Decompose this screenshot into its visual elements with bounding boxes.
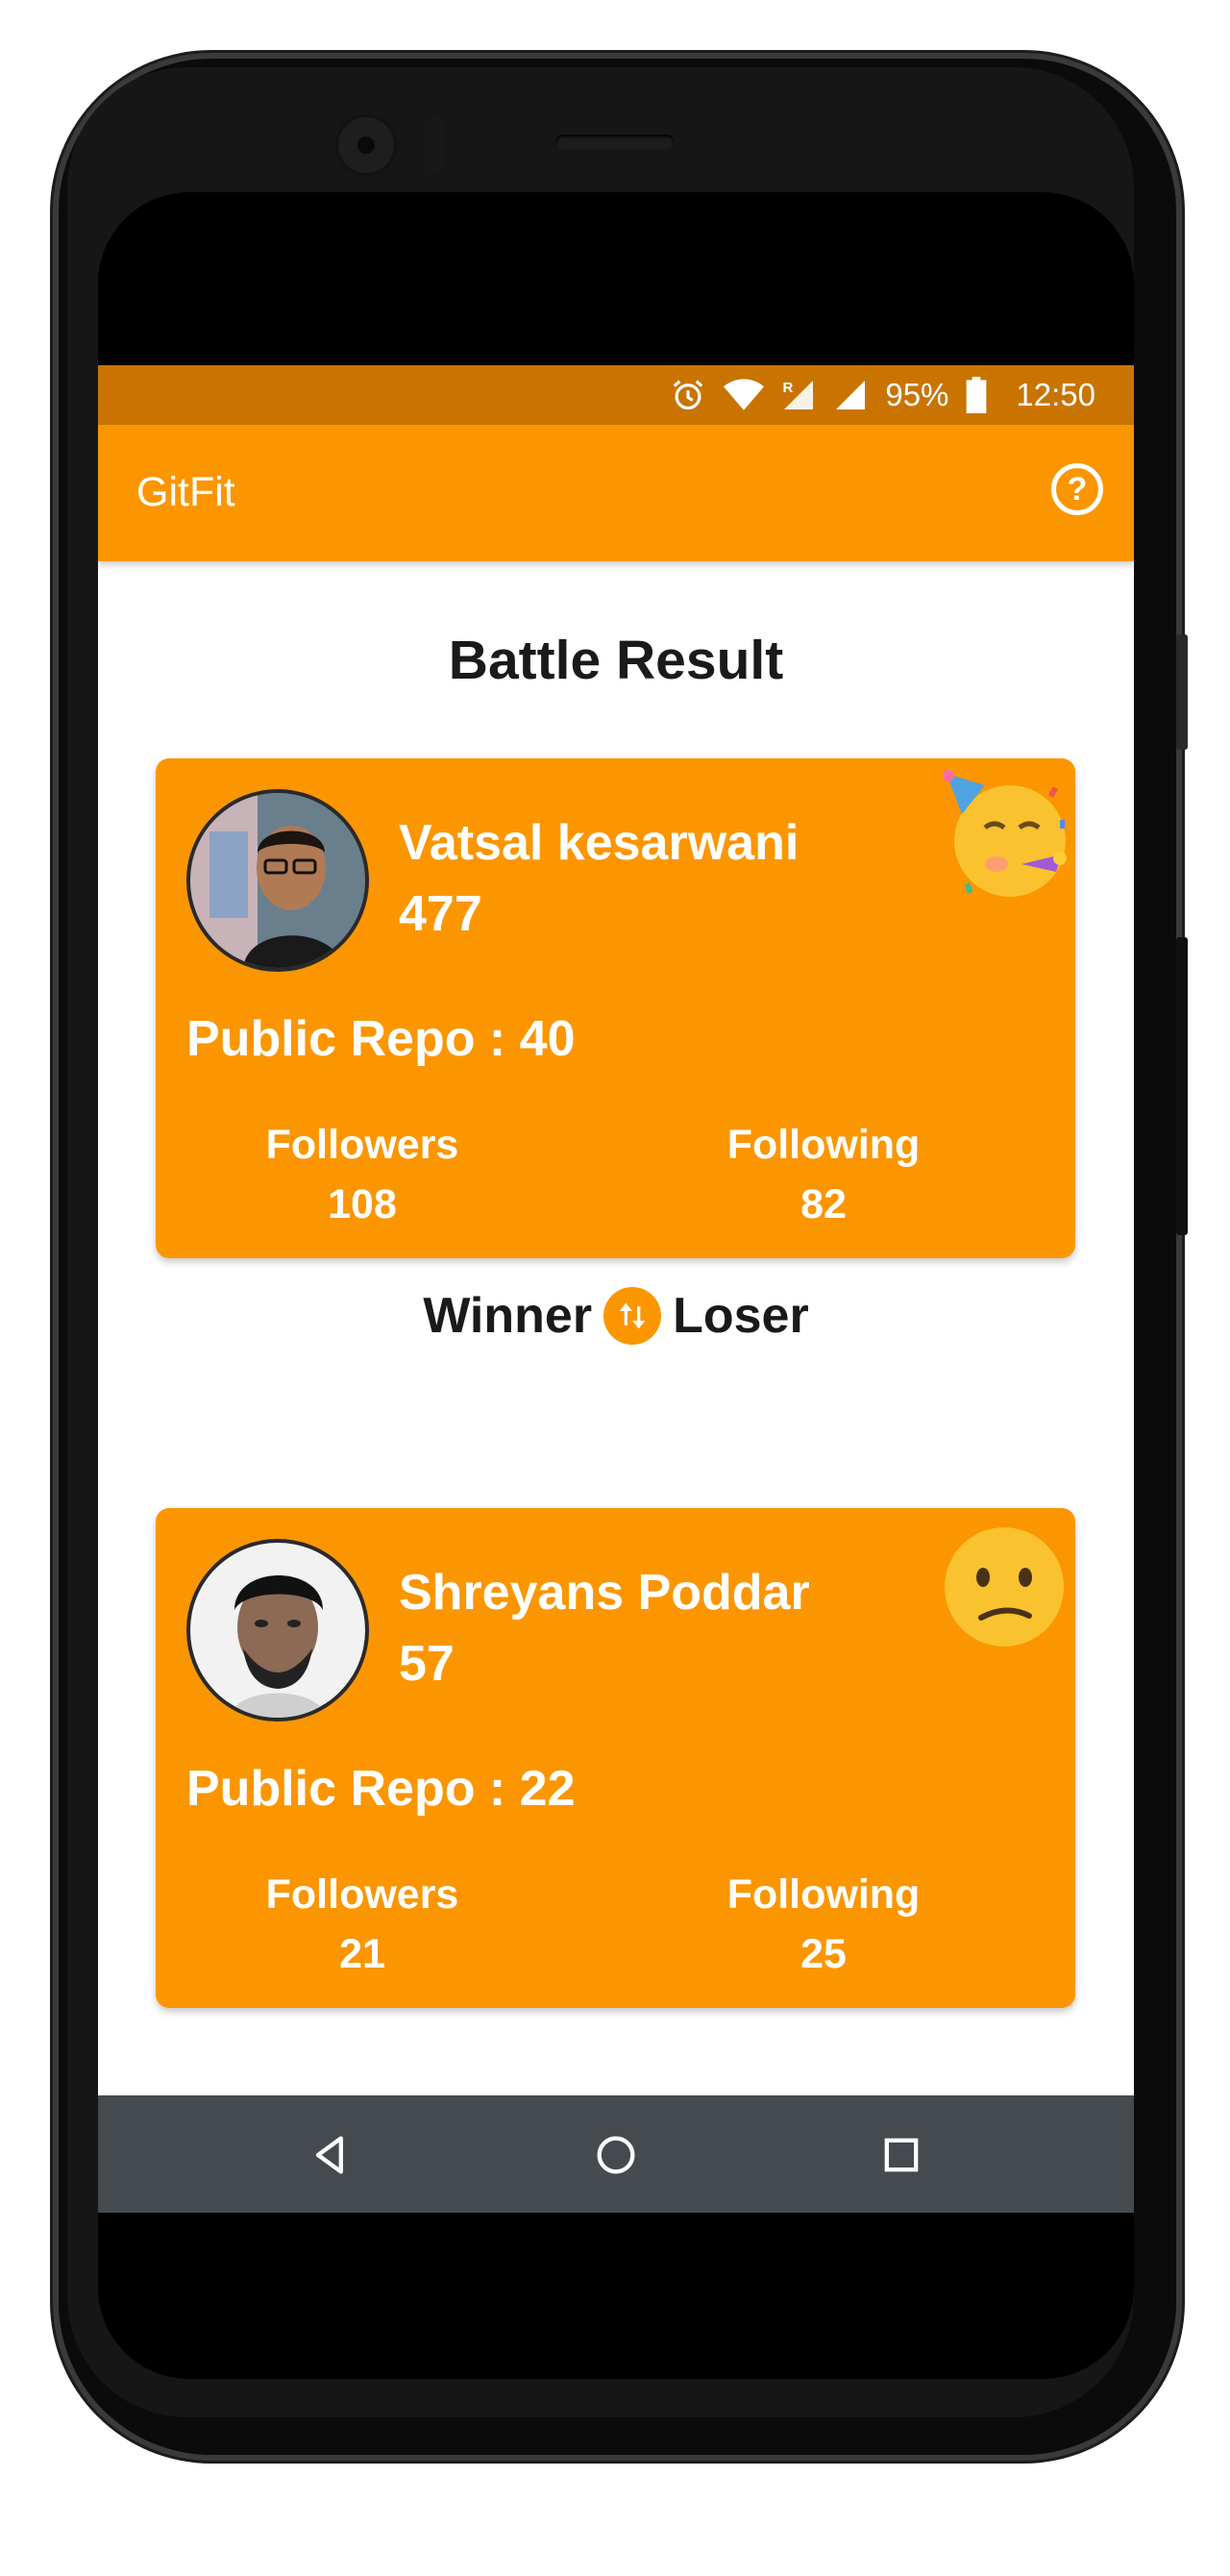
following-count: 25 <box>800 1931 847 1977</box>
avatar <box>186 1539 369 1721</box>
public-repo-count: Public Repo : 22 <box>186 1761 576 1817</box>
app-bar: GitFit ? <box>98 425 1134 561</box>
side-button-upper <box>1176 634 1188 750</box>
back-icon[interactable] <box>306 2130 356 2180</box>
front-camera <box>338 117 394 173</box>
followers-count: 21 <box>339 1931 385 1977</box>
battle-result-content: Battle Result Vatsal kesarwani 477 Publi… <box>98 561 1134 2095</box>
partying-face-emoji <box>937 768 1071 903</box>
followers-count: 108 <box>328 1181 397 1227</box>
battery-percentage: 95% <box>885 377 949 412</box>
followers-label: Followers <box>265 1122 459 1168</box>
system-nav-bar <box>98 2095 1134 2213</box>
public-repo-count: Public Repo : 40 <box>186 1011 576 1067</box>
following-count: 82 <box>800 1181 847 1227</box>
page-title: Battle Result <box>448 630 784 691</box>
loser-card[interactable]: Shreyans Poddar 57 Public Repo : 22 Foll… <box>156 1508 1075 2008</box>
winner-label: Winner <box>423 1288 593 1344</box>
loser-label: Loser <box>673 1288 809 1344</box>
user-score: 477 <box>399 886 482 942</box>
device-screen: R 95% 12:50 GitFit ? Battle Result Vatsa… <box>98 192 1134 2379</box>
winner-card[interactable]: Vatsal kesarwani 477 Public Repo : 40 Fo… <box>156 758 1075 1258</box>
app-title: GitFit <box>136 469 235 515</box>
user-name: Vatsal kesarwani <box>399 815 800 871</box>
home-icon[interactable] <box>591 2130 641 2180</box>
user-name: Shreyans Poddar <box>399 1565 810 1621</box>
proximity-sensor <box>423 117 446 173</box>
roaming-signal-icon: R <box>781 378 816 412</box>
battery-icon <box>966 377 987 413</box>
earpiece-speaker <box>555 135 675 150</box>
cell-signal-icon <box>833 378 868 412</box>
status-time: 12:50 <box>1016 377 1095 412</box>
followers-label: Followers <box>265 1871 459 1918</box>
winner-loser-row: Winner Loser <box>98 1287 1134 1345</box>
side-button-lower <box>1176 937 1188 1235</box>
following-label: Following <box>726 1122 921 1168</box>
help-circle-icon[interactable]: ? <box>1051 463 1103 515</box>
alarm-icon <box>670 377 706 413</box>
confused-face-emoji <box>937 1518 1071 1652</box>
swap-vertical-icon[interactable] <box>603 1287 662 1345</box>
following-label: Following <box>726 1871 921 1918</box>
svg-text:R: R <box>783 380 794 396</box>
recents-icon[interactable] <box>876 2130 926 2180</box>
avatar <box>186 789 369 972</box>
status-bar: R 95% 12:50 <box>98 365 1134 425</box>
wifi-icon <box>724 378 765 412</box>
user-score: 57 <box>399 1636 455 1692</box>
